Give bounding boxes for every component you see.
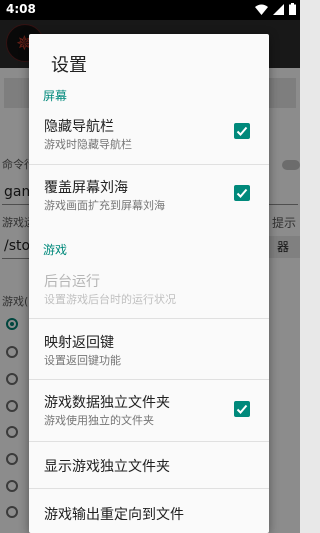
pref-redirect-output[interactable]: 游戏输出重定向到文件 bbox=[29, 489, 269, 533]
pref-title: 隐藏导航栏 bbox=[44, 119, 114, 135]
checkbox-hide-nav-bar[interactable] bbox=[234, 123, 250, 139]
pref-title: 显示游戏独立文件夹 bbox=[44, 459, 170, 475]
pref-game-data-folder[interactable]: 游戏数据独立文件夹 游戏使用独立的文件夹 bbox=[29, 380, 269, 441]
check-icon bbox=[236, 126, 248, 136]
settings-dialog: 设置 屏幕 隐藏导航栏 游戏时隐藏导航栏 覆盖屏幕刘海 游戏画面扩充到屏幕刘海 … bbox=[29, 34, 269, 533]
dialog-title: 设置 bbox=[51, 55, 87, 76]
pref-background-run: 后台运行 设置游戏后台时的运行状况 bbox=[29, 261, 269, 318]
section-header-screen: 屏幕 bbox=[43, 89, 68, 103]
status-icons bbox=[255, 3, 296, 15]
pref-title: 游戏数据独立文件夹 bbox=[44, 395, 170, 411]
pref-summary: 游戏使用独立的文件夹 bbox=[44, 414, 154, 427]
pref-hide-nav-bar[interactable]: 隐藏导航栏 游戏时隐藏导航栏 bbox=[29, 106, 269, 164]
pref-map-back-key[interactable]: 映射返回键 设置返回键功能 bbox=[29, 319, 269, 379]
pref-cover-notch[interactable]: 覆盖屏幕刘海 游戏画面扩充到屏幕刘海 bbox=[29, 165, 269, 227]
status-time: 4:08 bbox=[6, 2, 36, 16]
pref-summary: 设置游戏后台时的运行状况 bbox=[44, 293, 176, 306]
pref-title: 覆盖屏幕刘海 bbox=[44, 180, 128, 196]
signal-icon bbox=[273, 3, 284, 15]
battery-icon bbox=[289, 3, 296, 15]
checkbox-game-data-folder[interactable] bbox=[234, 401, 250, 417]
status-bar: 4:08 bbox=[0, 0, 300, 20]
pref-title: 映射返回键 bbox=[44, 335, 114, 351]
section-header-game: 游戏 bbox=[43, 243, 68, 257]
pref-show-game-folder[interactable]: 显示游戏独立文件夹 bbox=[29, 442, 269, 488]
pref-title: 后台运行 bbox=[44, 274, 100, 290]
check-icon bbox=[236, 404, 248, 414]
pref-summary: 游戏画面扩充到屏幕刘海 bbox=[44, 199, 165, 212]
checkbox-cover-notch[interactable] bbox=[234, 185, 250, 201]
check-icon bbox=[236, 188, 248, 198]
wifi-icon bbox=[255, 4, 268, 15]
pref-summary: 游戏时隐藏导航栏 bbox=[44, 138, 132, 151]
pref-summary: 设置返回键功能 bbox=[44, 354, 121, 367]
pref-title: 游戏输出重定向到文件 bbox=[44, 507, 184, 523]
